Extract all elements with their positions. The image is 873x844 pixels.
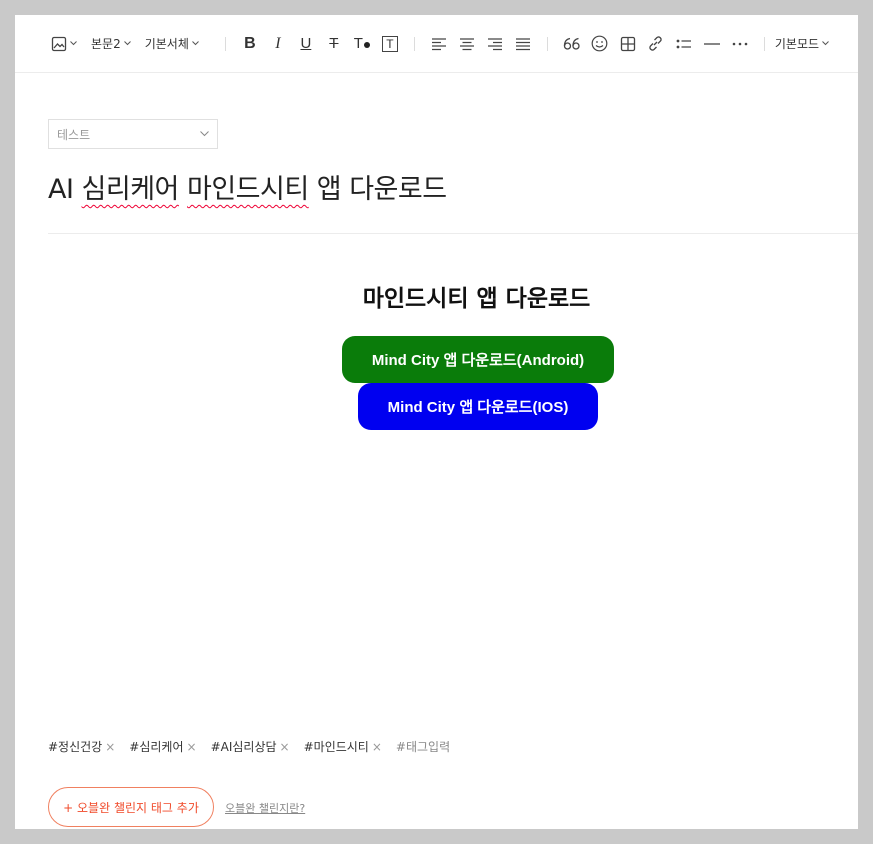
paragraph-style-select[interactable]: 본문2 xyxy=(91,35,131,52)
title-part: 앱 다운로드 xyxy=(308,174,447,205)
italic-button[interactable]: I xyxy=(264,30,292,58)
title-part-misspelled: 마인드시티 xyxy=(187,174,309,205)
editor-mode-label: 기본모드 xyxy=(774,37,820,51)
add-challenge-tag-button[interactable]: + 오블완 챌린지 태그 추가 xyxy=(48,787,214,827)
remove-tag-icon[interactable]: × xyxy=(280,740,290,754)
chevron-down-icon xyxy=(70,41,77,46)
toolbar-divider xyxy=(413,36,415,51)
editor-toolbar: 본문2 기본서체 B I U T T T 기본모드 xyxy=(15,15,858,73)
tag-label: #마인드시티 xyxy=(303,740,369,754)
bold-button[interactable]: B xyxy=(236,30,264,58)
align-justify-icon xyxy=(515,37,530,50)
android-download-button[interactable]: Mind City 앱 다운로드(Android) xyxy=(342,336,614,383)
font-color-glyph: T xyxy=(353,35,363,52)
italic-icon: I xyxy=(275,34,281,52)
align-left-icon xyxy=(431,37,446,50)
table-button[interactable] xyxy=(614,30,642,58)
tag-item: #마인드시티 × xyxy=(304,738,382,755)
tag-list: #정신건강 × #심리케어 × #AI심리상담 × #마인드시티 × xyxy=(48,738,476,755)
challenge-info-link[interactable]: 오블완 챌린지란? xyxy=(225,800,305,816)
tag-item: #AI심리상담 × xyxy=(211,738,290,755)
smile-icon xyxy=(591,35,608,52)
title-part: AI xyxy=(48,174,74,205)
insert-image-button[interactable] xyxy=(51,36,77,52)
bold-icon: B xyxy=(244,34,256,52)
emoticon-button[interactable] xyxy=(586,30,614,58)
table-icon xyxy=(620,36,636,51)
quote-button[interactable] xyxy=(558,30,586,58)
background-color-button[interactable]: T xyxy=(376,30,404,58)
remove-tag-icon[interactable]: × xyxy=(105,740,115,754)
category-label: 테스트 xyxy=(57,127,91,142)
background-color-icon: T xyxy=(381,35,398,52)
align-left-button[interactable] xyxy=(425,30,453,58)
title-part xyxy=(179,174,187,205)
align-right-button[interactable] xyxy=(481,30,509,58)
tag-label: #심리케어 xyxy=(129,740,184,754)
toolbar-divider xyxy=(224,36,226,51)
chevron-down-icon xyxy=(123,41,131,46)
strikethrough-icon: T xyxy=(329,35,339,52)
bullet-list-icon xyxy=(676,39,691,48)
tag-input[interactable] xyxy=(395,739,476,754)
category-select[interactable]: 테스트 xyxy=(48,119,218,149)
chevron-down-icon xyxy=(192,41,199,46)
title-part xyxy=(73,174,81,205)
ios-download-button[interactable]: Mind City 앱 다운로드(IOS) xyxy=(358,383,598,430)
strikethrough-button[interactable]: T xyxy=(320,30,348,58)
remove-tag-icon[interactable]: × xyxy=(372,740,382,754)
tag-item: #정신건강 × xyxy=(48,738,115,755)
align-center-button[interactable] xyxy=(453,30,481,58)
tag-item: #심리케어 × xyxy=(129,738,196,755)
chevron-down-icon xyxy=(822,41,829,46)
link-icon xyxy=(649,36,663,51)
paragraph-style-label: 본문2 xyxy=(91,37,121,51)
post-title[interactable]: AI 심리케어 마인드시티 앱 다운로드 xyxy=(48,167,447,206)
underline-button[interactable]: U xyxy=(292,30,320,58)
color-dot-icon xyxy=(363,42,370,48)
align-center-icon xyxy=(459,37,474,50)
align-justify-button[interactable] xyxy=(509,30,537,58)
font-color-icon: T xyxy=(354,35,370,52)
align-right-icon xyxy=(487,37,502,50)
remove-tag-icon[interactable]: × xyxy=(187,740,197,754)
editor-page: 본문2 기본서체 B I U T T T 기본모드 테스트 AI 심리케어 마인… xyxy=(15,15,858,829)
quote-icon xyxy=(563,37,580,50)
font-color-button[interactable]: T xyxy=(348,30,376,58)
editor-mode-select[interactable]: 기본모드 xyxy=(775,35,829,52)
chevron-down-icon xyxy=(200,131,209,137)
horizontal-rule-button[interactable] xyxy=(698,30,726,58)
image-icon xyxy=(51,36,67,51)
title-divider xyxy=(48,233,858,234)
link-button[interactable] xyxy=(642,30,670,58)
toolbar-divider xyxy=(763,36,765,51)
toolbar-divider xyxy=(546,36,548,51)
list-button[interactable] xyxy=(670,30,698,58)
content-heading: 마인드시티 앱 다운로드 xyxy=(362,286,591,312)
font-family-label: 기본서체 xyxy=(144,37,189,51)
font-family-select[interactable]: 기본서체 xyxy=(145,35,199,52)
title-part-misspelled: 심리케어 xyxy=(81,174,180,205)
underline-icon: U xyxy=(300,35,312,52)
more-horizontal-icon xyxy=(732,42,748,45)
tag-label: #정신건강 xyxy=(48,740,103,754)
horizontal-line-icon xyxy=(703,42,720,45)
tag-label: #AI심리상담 xyxy=(210,740,277,754)
more-button[interactable] xyxy=(726,30,754,58)
